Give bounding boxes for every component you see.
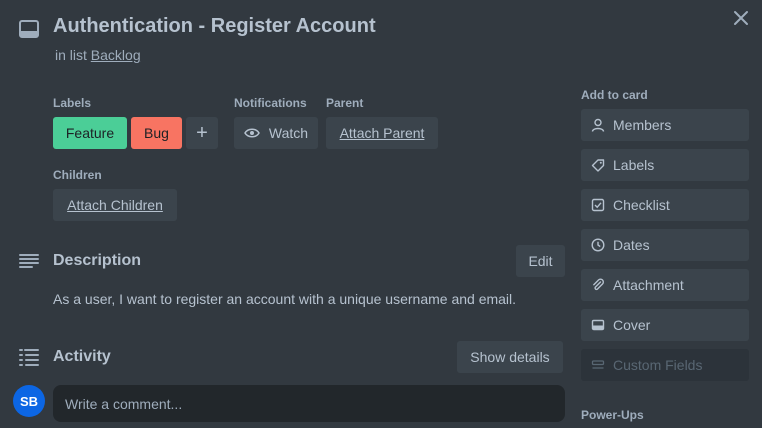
close-icon[interactable] (731, 8, 751, 28)
children-heading: Children (53, 168, 102, 182)
members-button[interactable]: Members (581, 109, 749, 141)
labels-label: Labels (613, 157, 655, 173)
custom-fields-icon (591, 360, 605, 369)
description-icon (19, 254, 39, 268)
avatar[interactable]: SB (13, 385, 45, 417)
watch-label: Watch (268, 125, 309, 141)
power-ups-heading: Power-Ups (581, 408, 644, 422)
watch-button[interactable]: Watch (234, 117, 318, 149)
paperclip-icon (593, 278, 605, 291)
dates-button[interactable]: Dates (581, 229, 749, 261)
card-icon (19, 20, 39, 38)
custom-fields-button: Custom Fields (581, 349, 749, 381)
label-bug[interactable]: Bug (131, 117, 182, 149)
show-details-button[interactable]: Show details (457, 341, 563, 373)
person-icon (591, 118, 605, 132)
activity-icon (19, 349, 39, 366)
cover-icon (591, 319, 605, 331)
card-title: Authentication - Register Account (53, 15, 376, 37)
dates-label: Dates (613, 237, 650, 253)
attach-children-button[interactable]: Attach Children (53, 189, 177, 221)
eye-icon (244, 128, 260, 138)
cover-label: Cover (613, 317, 651, 333)
parent-heading: Parent (326, 96, 364, 110)
attachment-button[interactable]: Attachment (581, 269, 749, 301)
cover-button[interactable]: Cover (581, 309, 749, 341)
list-info: in list Backlog (55, 47, 141, 63)
add-label-button[interactable]: + (186, 117, 218, 149)
label-feature[interactable]: Feature (53, 117, 127, 149)
add-to-card-heading: Add to card (581, 88, 648, 102)
list-link[interactable]: Backlog (91, 47, 141, 63)
activity-heading: Activity (53, 348, 111, 365)
description-text: As a user, I want to register an account… (53, 291, 517, 307)
tag-icon (591, 159, 605, 172)
checklist-label: Checklist (613, 197, 670, 213)
labels-button[interactable]: Labels (581, 149, 749, 181)
comment-input[interactable]: Write a comment... (53, 385, 565, 422)
checkbox-icon (591, 198, 605, 212)
edit-description-button[interactable]: Edit (516, 245, 565, 277)
attachment-label: Attachment (613, 277, 684, 293)
description-heading: Description (53, 252, 142, 269)
members-label: Members (613, 117, 672, 133)
custom-fields-label: Custom Fields (613, 357, 703, 373)
in-list-prefix: in list (55, 47, 87, 63)
clock-icon (591, 238, 605, 252)
attach-parent-button[interactable]: Attach Parent (326, 117, 438, 149)
notifications-heading: Notifications (234, 96, 307, 110)
labels-heading: Labels (53, 96, 92, 110)
checklist-button[interactable]: Checklist (581, 189, 749, 221)
